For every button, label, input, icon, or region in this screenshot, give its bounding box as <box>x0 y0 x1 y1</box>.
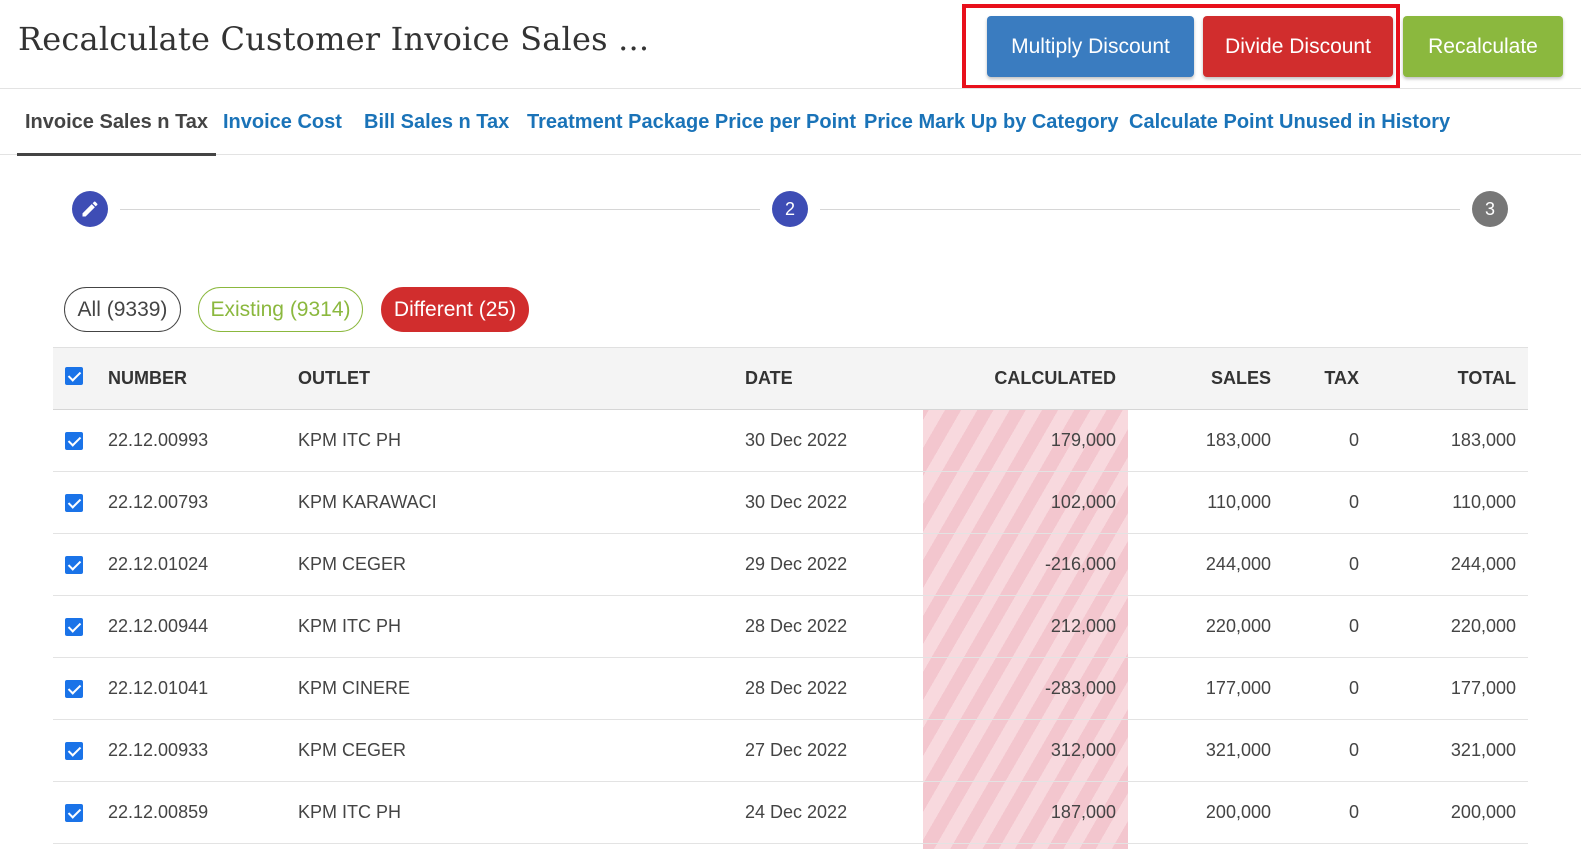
cell-total: 183,000 <box>1450 430 1516 450</box>
cell-tax: 0 <box>1348 554 1359 574</box>
cell-calculated: 187,000 <box>1050 802 1116 822</box>
recalculate-button[interactable]: Recalculate <box>1403 16 1563 77</box>
page-title: Recalculate Customer Invoice Sales ... <box>18 20 650 58</box>
pencil-icon <box>82 201 98 217</box>
cell-number: 22.12.01024 <box>108 554 209 574</box>
invoice-table: NUMBER OUTLET DATE CALCULATED SALES TAX … <box>53 347 1528 844</box>
cell-number: 22.12.00993 <box>108 430 209 450</box>
cell-outlet: KPM CEGER <box>298 554 407 574</box>
row-checkbox[interactable] <box>65 494 83 513</box>
cell-tax: 0 <box>1348 740 1359 760</box>
cell-tax: 0 <box>1348 678 1359 698</box>
header-outlet[interactable]: OUTLET <box>298 348 745 410</box>
table-row[interactable]: 22.12.01024 KPM CEGER 29 Dec 2022 -216,0… <box>53 534 1528 596</box>
tab-bill-sales-n-tax[interactable]: Bill Sales n Tax <box>364 89 509 155</box>
cell-outlet: KPM CEGER <box>298 740 407 760</box>
cell-calculated: -216,000 <box>1044 554 1116 574</box>
cell-number: 22.12.00859 <box>108 802 209 822</box>
row-checkbox[interactable] <box>65 680 83 699</box>
filter-existing[interactable]: Existing (9314) <box>198 287 363 332</box>
cell-calculated: 102,000 <box>1050 492 1116 512</box>
step-2[interactable]: 2 <box>772 191 808 227</box>
cell-sales: 244,000 <box>1205 554 1271 574</box>
filter-different[interactable]: Different (25) <box>381 287 529 332</box>
cell-date: 30 Dec 2022 <box>745 492 848 512</box>
header-select-cell <box>53 348 108 410</box>
cell-sales: 183,000 <box>1205 430 1271 450</box>
cell-total: 200,000 <box>1450 802 1516 822</box>
cell-total: 220,000 <box>1450 616 1516 636</box>
row-checkbox[interactable] <box>65 742 83 761</box>
cell-calculated: 212,000 <box>1050 616 1116 636</box>
tab-invoice-sales-n-tax[interactable]: Invoice Sales n Tax <box>16 89 217 156</box>
cell-date: 28 Dec 2022 <box>745 616 848 636</box>
cell-outlet: KPM KARAWACI <box>298 492 437 512</box>
header-calculated[interactable]: CALCULATED <box>923 348 1128 410</box>
cell-sales: 177,000 <box>1205 678 1271 698</box>
cell-calculated: 179,000 <box>1050 430 1116 450</box>
stepper-connector <box>820 209 1460 210</box>
table-row[interactable]: 22.12.00993 KPM ITC PH 30 Dec 2022 179,0… <box>53 410 1528 472</box>
cell-calculated: -283,000 <box>1044 678 1116 698</box>
table-row[interactable]: 22.12.00933 KPM CEGER 27 Dec 2022 312,00… <box>53 720 1528 782</box>
cell-tax: 0 <box>1348 492 1359 512</box>
tab-treatment-package-price-per-point[interactable]: Treatment Package Price per Point <box>527 89 856 155</box>
step-3[interactable]: 3 <box>1472 191 1508 227</box>
divide-discount-button[interactable]: Divide Discount <box>1203 16 1393 77</box>
header-number[interactable]: NUMBER <box>108 348 298 410</box>
cell-sales: 110,000 <box>1207 492 1271 512</box>
cell-total: 177,000 <box>1450 678 1516 698</box>
select-all-checkbox[interactable] <box>65 367 83 386</box>
cell-tax: 0 <box>1348 802 1359 822</box>
tab-invoice-cost[interactable]: Invoice Cost <box>223 89 342 155</box>
invoice-table-container: NUMBER OUTLET DATE CALCULATED SALES TAX … <box>53 347 1528 849</box>
cell-number: 22.12.00944 <box>108 616 209 636</box>
row-checkbox[interactable] <box>65 432 83 451</box>
table-row[interactable]: 22.12.00944 KPM ITC PH 28 Dec 2022 212,0… <box>53 596 1528 658</box>
cell-sales: 321,000 <box>1205 740 1271 760</box>
tab-bar: Invoice Sales n Tax Invoice Cost Bill Sa… <box>0 89 1581 156</box>
cell-sales: 200,000 <box>1205 802 1271 822</box>
cell-total: 110,000 <box>1452 492 1516 512</box>
cell-sales: 220,000 <box>1205 616 1271 636</box>
cell-calculated: 312,000 <box>1050 740 1116 760</box>
cell-number: 22.12.00933 <box>108 740 209 760</box>
row-checkbox[interactable] <box>65 804 83 823</box>
header-tax[interactable]: TAX <box>1283 348 1371 410</box>
cell-outlet: KPM ITC PH <box>298 802 402 822</box>
tab-price-mark-up-by-category[interactable]: Price Mark Up by Category <box>864 89 1119 155</box>
filter-all[interactable]: All (9339) <box>64 287 181 332</box>
step-1[interactable] <box>72 191 108 227</box>
cell-outlet: KPM CINERE <box>298 678 411 698</box>
cell-total: 244,000 <box>1450 554 1516 574</box>
cell-date: 28 Dec 2022 <box>745 678 848 698</box>
cell-outlet: KPM ITC PH <box>298 616 402 636</box>
tab-calculate-point-unused-in-history[interactable]: Calculate Point Unused in History <box>1129 89 1450 155</box>
table-row[interactable]: 22.12.01041 KPM CINERE 28 Dec 2022 -283,… <box>53 658 1528 720</box>
cell-total: 321,000 <box>1450 740 1516 760</box>
header-total[interactable]: TOTAL <box>1371 348 1528 410</box>
cell-date: 27 Dec 2022 <box>745 740 848 760</box>
cell-tax: 0 <box>1348 616 1359 636</box>
row-checkbox[interactable] <box>65 618 83 637</box>
table-row[interactable]: 22.12.00859 KPM ITC PH 24 Dec 2022 187,0… <box>53 782 1528 844</box>
row-checkbox[interactable] <box>65 556 83 575</box>
cell-date: 29 Dec 2022 <box>745 554 848 574</box>
multiply-discount-button[interactable]: Multiply Discount <box>987 16 1194 77</box>
cell-date: 30 Dec 2022 <box>745 430 848 450</box>
cell-number: 22.12.01041 <box>108 678 209 698</box>
cell-tax: 0 <box>1348 430 1359 450</box>
header-date[interactable]: DATE <box>745 348 923 410</box>
stepper-connector <box>120 209 760 210</box>
table-header-row: NUMBER OUTLET DATE CALCULATED SALES TAX … <box>53 347 1528 410</box>
cell-outlet: KPM ITC PH <box>298 430 402 450</box>
cell-number: 22.12.00793 <box>108 492 209 512</box>
table-row[interactable]: 22.12.00793 KPM KARAWACI 30 Dec 2022 102… <box>53 472 1528 534</box>
cell-date: 24 Dec 2022 <box>745 802 848 822</box>
header-sales[interactable]: SALES <box>1128 348 1283 410</box>
